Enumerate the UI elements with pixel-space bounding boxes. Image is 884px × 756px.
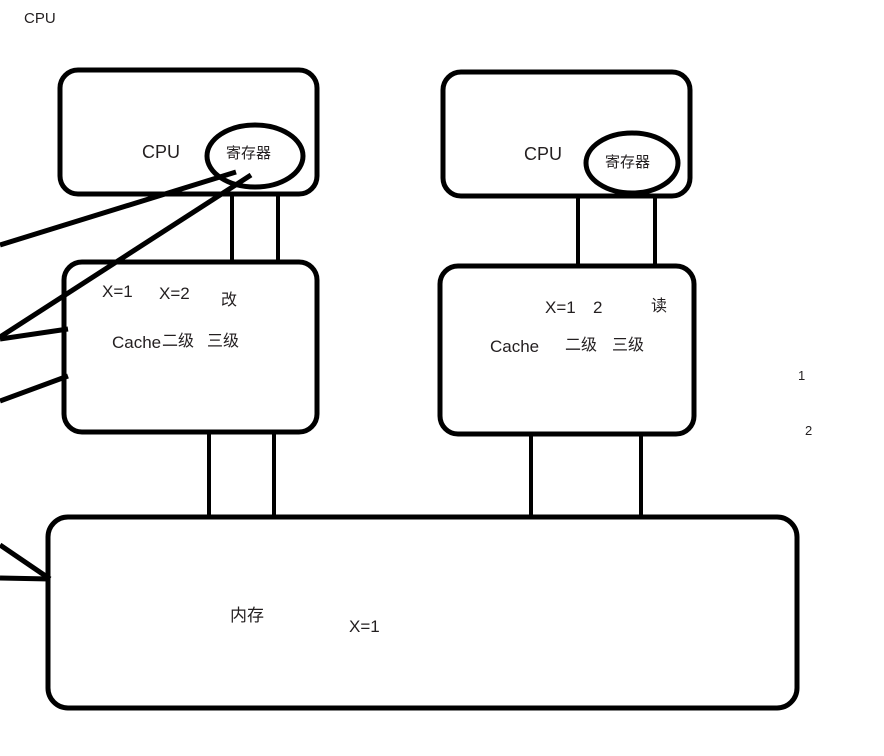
memory-box bbox=[45, 514, 800, 711]
step-marker-1: 1 bbox=[798, 368, 806, 383]
right-cache-level2-label: 二级 bbox=[565, 337, 598, 354]
diagram-graphics bbox=[0, 67, 800, 711]
diagram-canvas: CPU CPU 寄存器 X=1 X=2 改 Cache 二级 三级 CPU 寄存… bbox=[0, 0, 884, 756]
memory-value: X=1 bbox=[349, 617, 380, 636]
left-cache-operation: 改 bbox=[221, 292, 238, 309]
pointer-line-memory-horizontal bbox=[0, 575, 51, 582]
right-cache-operation: 读 bbox=[651, 298, 668, 315]
left-cpu-box bbox=[57, 67, 320, 197]
step-marker-2: 2 bbox=[805, 423, 813, 438]
left-cache-level1-label: Cache bbox=[112, 333, 162, 352]
left-register-label: 寄存器 bbox=[226, 145, 272, 162]
left-cache-value-new: X=2 bbox=[159, 284, 190, 303]
diagram-title: CPU bbox=[24, 10, 56, 27]
right-cache-value-extra: 2 bbox=[593, 298, 603, 317]
right-cpu-label: CPU bbox=[524, 144, 563, 164]
left-cache-level2-label: 二级 bbox=[162, 333, 195, 350]
right-cache-level1-label: Cache bbox=[490, 337, 540, 356]
left-cache-level3-label: 三级 bbox=[207, 333, 240, 350]
memory-label: 内存 bbox=[230, 606, 264, 625]
right-cache-level3-label: 三级 bbox=[612, 337, 645, 354]
left-cache-value-old: X=1 bbox=[102, 282, 133, 301]
pointer-line-memory-diagonal bbox=[0, 542, 52, 582]
right-cache-value: X=1 bbox=[545, 298, 576, 317]
right-register-label: 寄存器 bbox=[605, 154, 651, 171]
pointer-line-cache-lower bbox=[0, 373, 69, 404]
pointer-line-register-lower bbox=[0, 172, 253, 340]
left-cpu-label: CPU bbox=[142, 142, 181, 162]
